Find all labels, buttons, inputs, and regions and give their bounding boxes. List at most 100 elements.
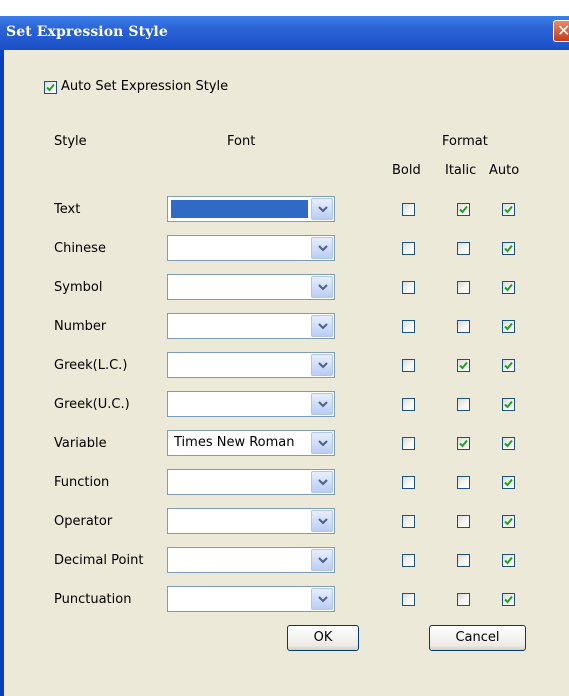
title-bar[interactable]: Set Expression Style ✕ [0,16,569,51]
chevron-down-icon [318,362,328,369]
font-combobox[interactable] [167,391,335,417]
font-combobox[interactable] [167,235,335,261]
cancel-button[interactable]: Cancel [429,625,526,651]
font-combobox[interactable] [167,352,335,378]
font-combobox[interactable] [167,508,335,534]
style-label: Operator [54,514,113,529]
check-icon [504,400,513,409]
check-icon [504,478,513,487]
bold-checkbox[interactable] [402,398,415,411]
dialog-body: Auto Set Expression Style Style Font For… [4,50,569,696]
font-combobox[interactable] [167,547,335,573]
chevron-down-icon [318,479,328,486]
auto-set-label: Auto Set Expression Style [61,79,229,94]
check-icon [504,283,513,292]
bold-checkbox[interactable] [402,359,415,372]
dropdown-button[interactable] [311,432,333,454]
italic-checkbox[interactable] [457,398,470,411]
auto-checkbox[interactable] [502,554,515,567]
bold-checkbox[interactable] [402,203,415,216]
bold-column-header: Bold [392,163,421,178]
chevron-down-icon [318,518,328,525]
style-label: Greek(U.C.) [54,397,130,412]
italic-checkbox[interactable] [457,359,470,372]
bold-checkbox[interactable] [402,554,415,567]
italic-checkbox[interactable] [457,320,470,333]
dropdown-button[interactable] [311,588,333,610]
dropdown-button[interactable] [311,510,333,532]
style-column-header: Style [54,134,87,149]
bold-checkbox[interactable] [402,320,415,333]
check-icon [504,595,513,604]
dropdown-button[interactable] [311,393,333,415]
bold-checkbox[interactable] [402,476,415,489]
chevron-down-icon [318,440,328,447]
font-value: Times New Roman [174,435,295,450]
dropdown-button[interactable] [311,237,333,259]
format-column-header: Format [442,134,488,149]
style-label: Symbol [54,280,103,295]
dropdown-button[interactable] [311,315,333,337]
chevron-down-icon [318,401,328,408]
bold-checkbox[interactable] [402,281,415,294]
style-label: Number [54,319,107,334]
check-icon [459,361,468,370]
auto-checkbox[interactable] [502,359,515,372]
auto-checkbox[interactable] [502,437,515,450]
font-combobox[interactable]: Times New Roman [167,430,335,456]
check-icon [459,439,468,448]
italic-checkbox[interactable] [457,515,470,528]
auto-set-checkbox[interactable] [44,81,57,94]
chevron-down-icon [318,284,328,291]
style-label: Variable [54,436,107,451]
chevron-down-icon [318,557,328,564]
font-combobox[interactable] [167,313,335,339]
dropdown-button[interactable] [311,276,333,298]
set-expression-style-dialog: Set Expression Style ✕ Auto Set Expressi… [0,0,569,696]
check-icon [504,439,513,448]
chevron-down-icon [318,206,328,213]
check-icon [46,83,55,92]
dropdown-button[interactable] [311,354,333,376]
close-button[interactable]: ✕ [553,20,569,42]
style-label: Greek(L.C.) [54,358,128,373]
auto-checkbox[interactable] [502,398,515,411]
auto-checkbox[interactable] [502,515,515,528]
italic-checkbox[interactable] [457,476,470,489]
bold-checkbox[interactable] [402,515,415,528]
bold-checkbox[interactable] [402,593,415,606]
auto-checkbox[interactable] [502,320,515,333]
style-label: Decimal Point [54,553,144,568]
auto-checkbox[interactable] [502,476,515,489]
style-label: Text [54,202,81,217]
dialog-title: Set Expression Style [6,24,168,40]
ok-button[interactable]: OK [287,625,359,651]
check-icon [504,556,513,565]
dropdown-button[interactable] [311,549,333,571]
italic-checkbox[interactable] [457,554,470,567]
auto-checkbox[interactable] [502,281,515,294]
bold-checkbox[interactable] [402,437,415,450]
italic-checkbox[interactable] [457,437,470,450]
italic-checkbox[interactable] [457,281,470,294]
check-icon [504,244,513,253]
font-combobox[interactable] [167,469,335,495]
bold-checkbox[interactable] [402,242,415,255]
font-combobox[interactable] [167,274,335,300]
style-label: Punctuation [54,592,132,607]
auto-checkbox[interactable] [502,242,515,255]
font-column-header: Font [227,134,256,149]
font-combobox[interactable] [167,586,335,612]
auto-checkbox[interactable] [502,203,515,216]
check-icon [504,517,513,526]
close-icon: ✕ [557,21,569,40]
check-icon [459,205,468,214]
chevron-down-icon [318,323,328,330]
italic-checkbox[interactable] [457,593,470,606]
auto-checkbox[interactable] [502,593,515,606]
dropdown-button[interactable] [311,198,333,220]
italic-checkbox[interactable] [457,242,470,255]
font-combobox[interactable] [167,196,335,222]
italic-checkbox[interactable] [457,203,470,216]
dropdown-button[interactable] [311,471,333,493]
